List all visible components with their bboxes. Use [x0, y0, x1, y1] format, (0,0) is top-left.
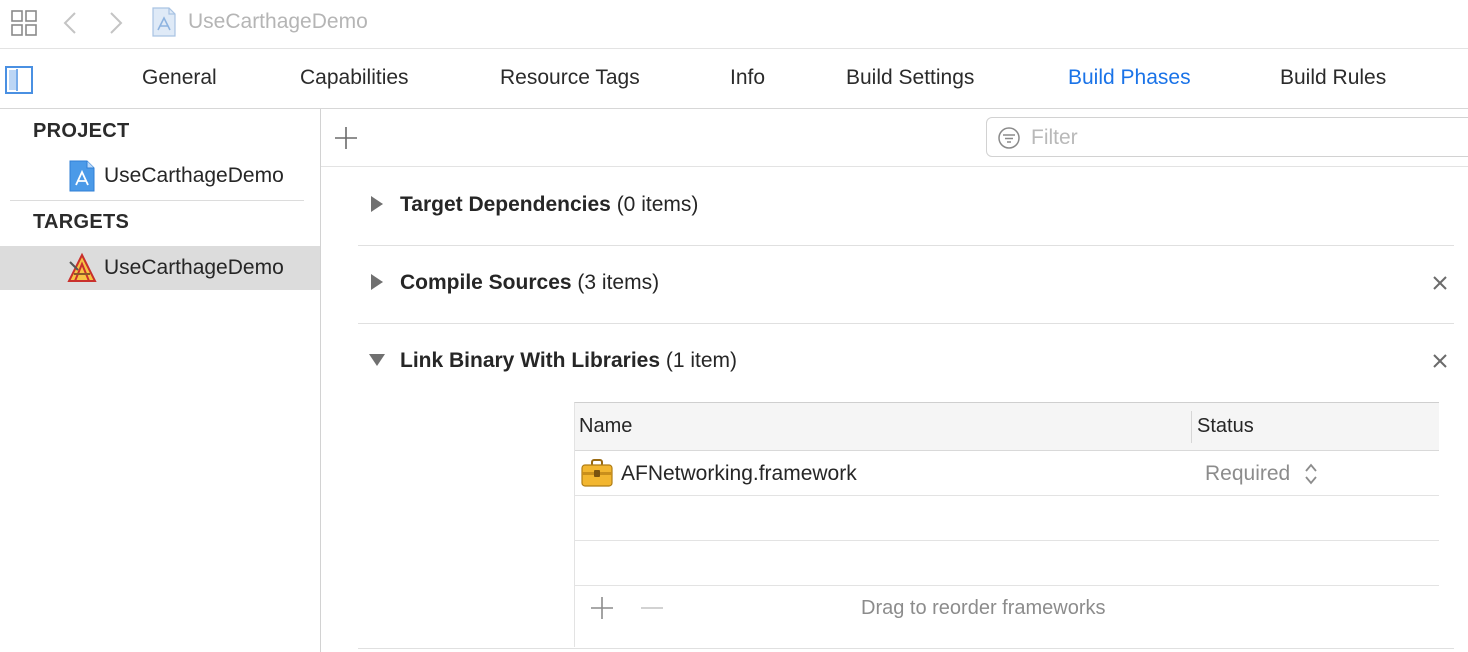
reorder-hint: Drag to reorder frameworks — [861, 597, 1106, 619]
sidebar-toggle-icon[interactable] — [4, 65, 34, 95]
phase-title: Link Binary With Libraries (1 item) — [400, 349, 738, 372]
sidebar-item-label: UseCarthageDemo — [104, 164, 284, 187]
phase-title: Target Dependencies (0 items) — [400, 193, 699, 216]
project-file-icon — [69, 160, 95, 192]
up-down-chevron-icon[interactable] — [1303, 461, 1319, 487]
disclosure-collapsed-icon[interactable] — [368, 273, 386, 291]
forward-chevron-icon[interactable] — [104, 10, 128, 36]
targets-section-header: TARGETS — [33, 211, 130, 233]
tab-info[interactable]: Info — [730, 66, 765, 90]
libraries-table: Name Status AFNetworking.framework Requi… — [574, 402, 1439, 647]
project-targets-sidebar: PROJECT UseCarthageDemo TARGETS UseCarth… — [0, 109, 321, 652]
table-row-empty — [575, 496, 1439, 541]
sidebar-item-project[interactable]: UseCarthageDemo — [0, 154, 320, 198]
framework-name: AFNetworking.framework — [621, 462, 857, 485]
tab-resource-tags[interactable]: Resource Tags — [500, 66, 640, 90]
build-phases-editor: Target Dependencies (0 items) Compile So… — [321, 109, 1468, 652]
filter-field[interactable] — [986, 117, 1468, 157]
app-target-icon — [67, 252, 97, 282]
back-chevron-icon[interactable] — [58, 10, 82, 36]
editor-tab-bar: General Capabilities Resource Tags Info … — [0, 51, 1468, 109]
table-row[interactable]: AFNetworking.framework Required — [575, 451, 1439, 496]
project-section-header: PROJECT — [33, 120, 130, 142]
phase-compile-sources[interactable]: Compile Sources (3 items) — [358, 245, 1454, 324]
disclosure-collapsed-icon[interactable] — [368, 195, 386, 213]
add-build-phase-icon[interactable] — [333, 125, 359, 151]
project-file-icon — [152, 7, 176, 37]
jump-bar: UseCarthageDemo — [0, 0, 1468, 49]
filter-icon — [998, 127, 1020, 149]
libraries-table-footer: Drag to reorder frameworks — [575, 585, 1439, 645]
tab-build-settings[interactable]: Build Settings — [846, 66, 974, 90]
sidebar-divider — [10, 200, 304, 201]
close-icon[interactable] — [1430, 273, 1450, 293]
framework-toolbox-icon — [581, 459, 613, 487]
column-header-status[interactable]: Status — [1197, 415, 1254, 438]
phase-link-binary-with-libraries: Link Binary With Libraries (1 item) Name… — [358, 323, 1454, 649]
tab-build-rules[interactable]: Build Rules — [1280, 66, 1386, 90]
disclosure-expanded-icon[interactable] — [368, 351, 386, 369]
related-items-grid-icon[interactable] — [10, 9, 38, 37]
column-header-name[interactable]: Name — [579, 415, 632, 438]
column-separator[interactable] — [1191, 411, 1192, 443]
add-library-icon[interactable] — [589, 595, 615, 621]
sidebar-item-label: UseCarthageDemo — [104, 256, 284, 279]
sidebar-item-target[interactable]: UseCarthageDemo — [0, 246, 320, 290]
filter-input[interactable] — [1029, 122, 1433, 154]
tab-general[interactable]: General — [142, 66, 217, 90]
phase-title: Compile Sources (3 items) — [400, 271, 660, 294]
libraries-table-header: Name Status — [575, 403, 1439, 451]
remove-library-icon[interactable] — [639, 595, 665, 621]
phase-target-dependencies[interactable]: Target Dependencies (0 items) — [358, 167, 1454, 246]
breadcrumb-project[interactable]: UseCarthageDemo — [188, 10, 368, 34]
status-popup[interactable]: Required — [1205, 462, 1290, 486]
phases-toolbar — [321, 109, 1468, 167]
close-icon[interactable] — [1430, 351, 1450, 371]
table-row-empty — [575, 541, 1439, 586]
tab-capabilities[interactable]: Capabilities — [300, 66, 409, 90]
tab-build-phases[interactable]: Build Phases — [1068, 66, 1191, 90]
